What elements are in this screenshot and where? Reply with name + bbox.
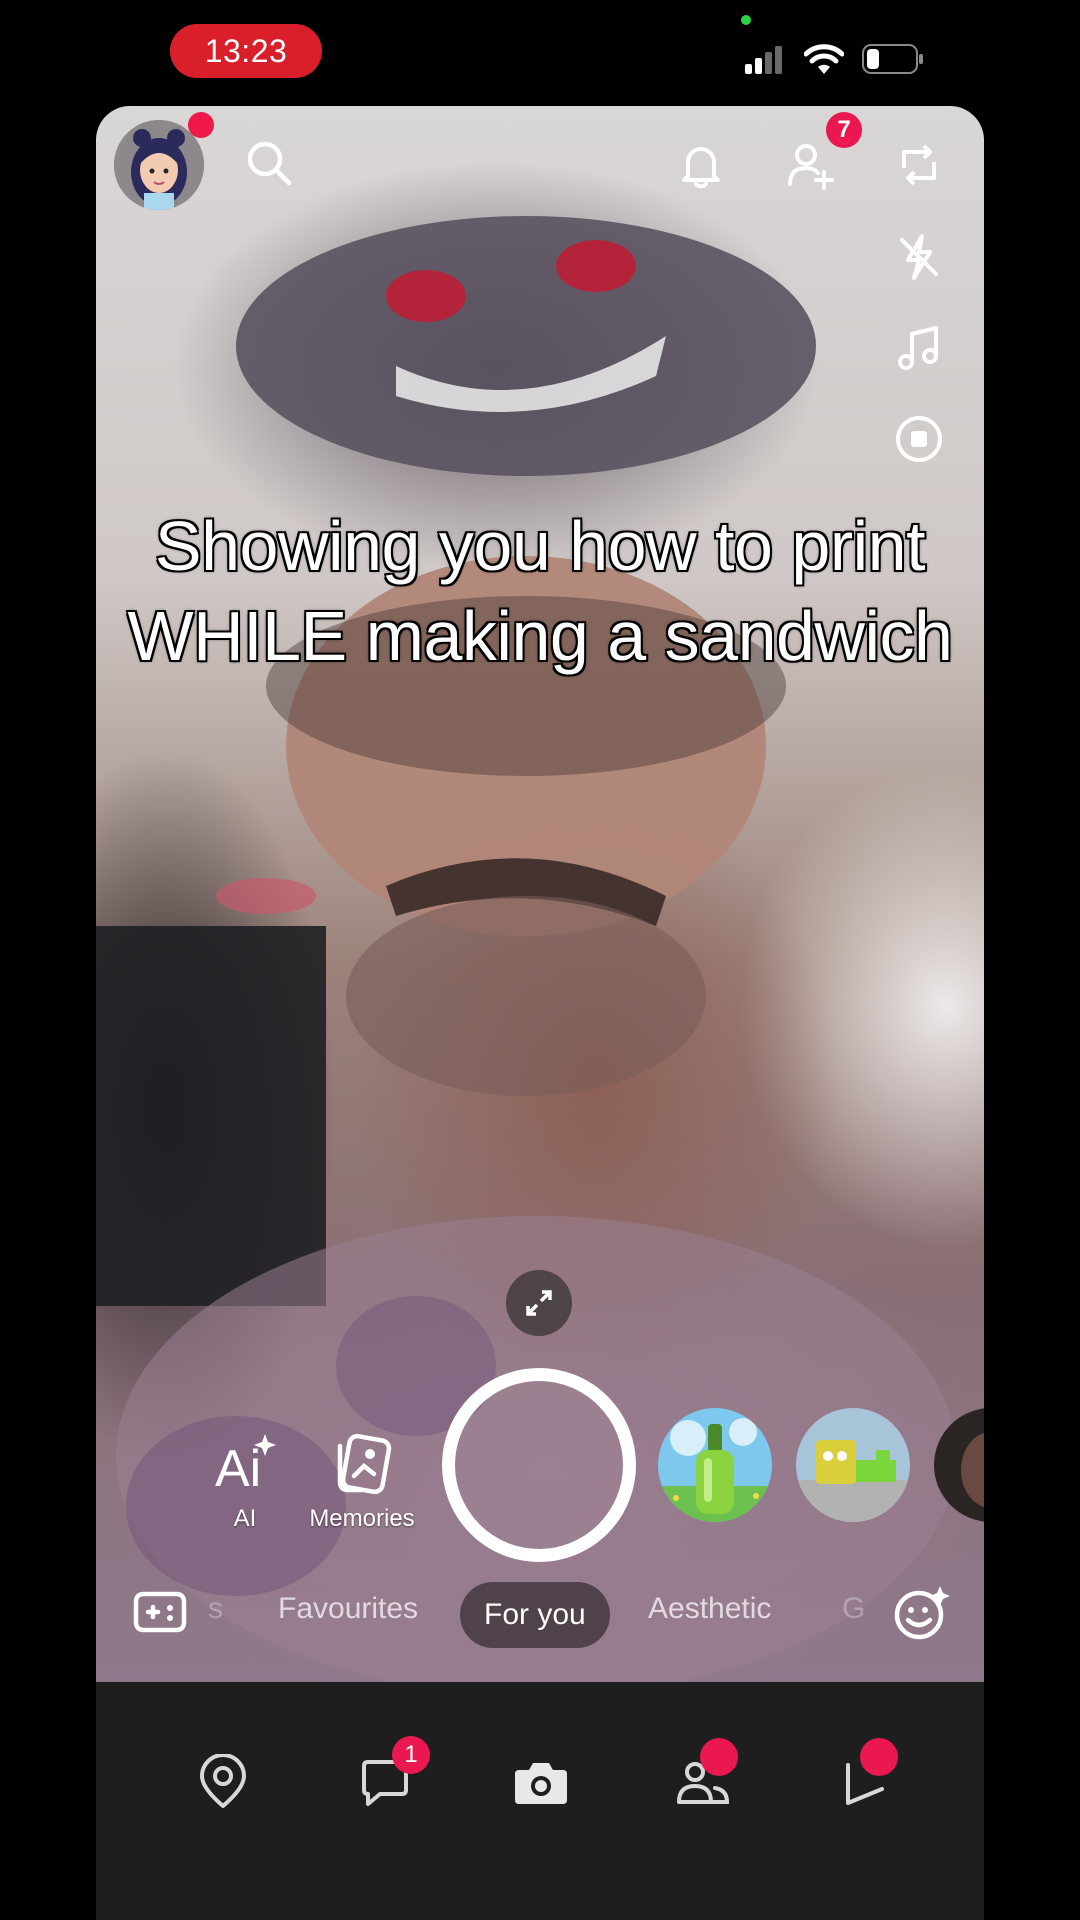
search-icon[interactable]: [242, 136, 296, 190]
status-bar: 13:23: [0, 0, 1080, 106]
privacy-indicator-dot: [741, 15, 751, 25]
tab-partial-right[interactable]: G: [842, 1592, 865, 1626]
lens-category-tabs: s Favourites For you Aesthetic G: [96, 1576, 984, 1656]
ai-label: AI: [233, 1505, 257, 1532]
memories-icon: [337, 1433, 392, 1495]
expand-arrows-icon: [526, 1290, 552, 1316]
video-caption: Showing you how to print WHILE making a …: [96, 501, 984, 681]
memories-label: Memories: [309, 1505, 415, 1532]
tab-partial-left[interactable]: s: [208, 1592, 223, 1626]
avatar-notification-dot: [188, 112, 214, 138]
bell-icon[interactable]: [674, 138, 728, 192]
fullscreen-button[interactable]: [506, 1270, 572, 1336]
games-controller-icon[interactable]: [132, 1588, 188, 1636]
tab-aesthetic[interactable]: Aesthetic: [648, 1592, 771, 1626]
tab-favourites[interactable]: Favourites: [278, 1592, 418, 1626]
map-pin-icon: [200, 1754, 246, 1808]
caption-line-2: WHILE making a sandwich: [126, 596, 954, 677]
cartoon-lens-icon: [796, 1408, 910, 1522]
lens-explorer-smiley-icon[interactable]: [892, 1584, 950, 1642]
battery-icon: [862, 44, 923, 74]
caption-line-1: Showing you how to print: [153, 506, 927, 587]
tab-for-you[interactable]: For you: [460, 1582, 610, 1648]
memories-button[interactable]: Memories: [302, 1432, 422, 1533]
bottom-navigation: 1: [96, 1682, 984, 1920]
bottle-lens-icon: [658, 1408, 772, 1522]
ai-button[interactable]: Ai AI: [210, 1432, 280, 1533]
nav-map[interactable]: [188, 1747, 258, 1817]
svg-text:Ai: Ai: [215, 1440, 261, 1496]
ai-sparkle-icon: Ai: [215, 1434, 276, 1498]
capture-shutter-button[interactable]: [442, 1368, 636, 1562]
camera-viewfinder[interactable]: Showing you how to print WHILE making a …: [96, 106, 984, 1682]
music-note-icon[interactable]: [892, 322, 946, 376]
cellular-signal-icon: [745, 46, 782, 74]
camera-icon: [515, 1763, 567, 1804]
lens-bottle[interactable]: [658, 1408, 772, 1522]
status-time: 13:23: [170, 24, 322, 78]
stories-dot: [700, 1738, 738, 1776]
timer-icon[interactable]: [892, 412, 946, 466]
lens-cartoon[interactable]: [796, 1408, 910, 1522]
add-friend-icon[interactable]: [784, 138, 838, 192]
flash-off-icon[interactable]: [892, 230, 946, 284]
nav-camera[interactable]: [506, 1747, 576, 1817]
wifi-icon: [804, 44, 844, 74]
chat-badge: 1: [392, 1736, 430, 1774]
flip-camera-icon[interactable]: [892, 138, 946, 192]
add-friend-badge: 7: [826, 112, 862, 148]
spotlight-dot: [860, 1738, 898, 1776]
